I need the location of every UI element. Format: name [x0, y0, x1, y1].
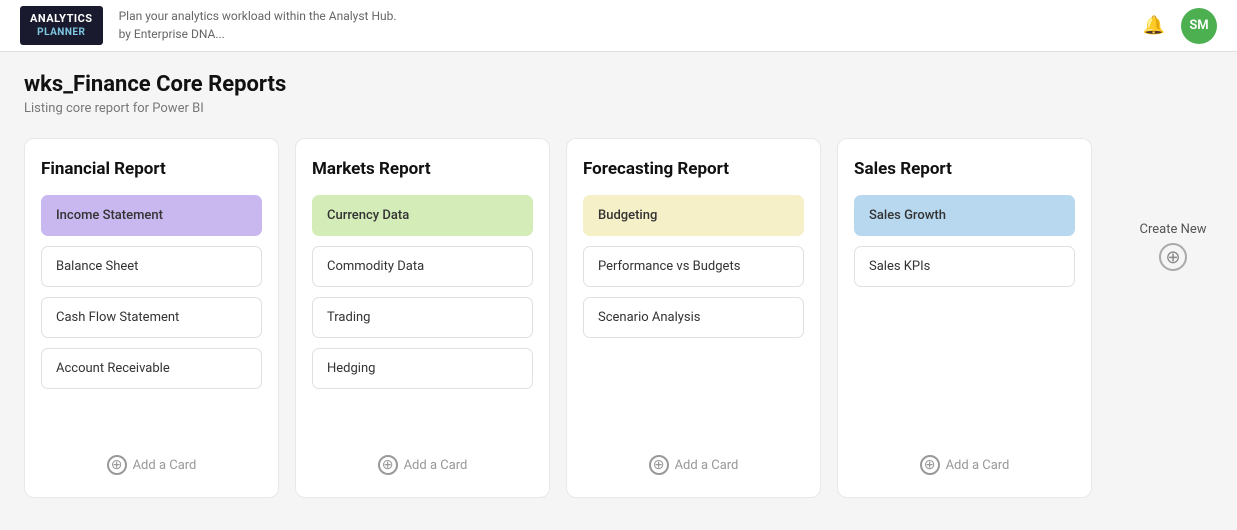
- add-card-button-forecasting[interactable]: ⊕ Add a Card: [583, 445, 804, 477]
- add-card-icon: ⊕: [378, 455, 398, 475]
- subtitle-line2: by Enterprise DNA...: [119, 25, 397, 43]
- avatar[interactable]: SM: [1181, 8, 1217, 44]
- right-sidebar: Create New ⊕: [1133, 72, 1213, 498]
- item-card-currency-data[interactable]: Currency Data: [312, 195, 533, 236]
- item-card-account-receivable[interactable]: Account Receivable: [41, 348, 262, 389]
- item-card-balance-sheet[interactable]: Balance Sheet: [41, 246, 262, 287]
- add-card-icon: ⊕: [920, 455, 940, 475]
- add-card-label: Add a Card: [675, 458, 739, 473]
- logo-bottom: PLANNER: [37, 26, 85, 39]
- header-right: 🔔 SM: [1143, 8, 1217, 44]
- add-card-icon: ⊕: [649, 455, 669, 475]
- item-card-income-statement[interactable]: Income Statement: [41, 195, 262, 236]
- header-subtitle: Plan your analytics workload within the …: [119, 7, 397, 43]
- item-card-performance-vs-budgets[interactable]: Performance vs Budgets: [583, 246, 804, 287]
- logo: ANALYTICS PLANNER: [20, 6, 103, 45]
- report-title-financial: Financial Report: [41, 159, 262, 179]
- cards-container: Financial Report Income Statement Balance …: [24, 138, 1133, 498]
- item-card-commodity-data[interactable]: Commodity Data: [312, 246, 533, 287]
- add-card-button-financial[interactable]: ⊕ Add a Card: [41, 445, 262, 477]
- report-card-financial: Financial Report Income Statement Balance …: [24, 138, 279, 498]
- item-card-sales-kpis[interactable]: Sales KPIs: [854, 246, 1075, 287]
- add-card-button-markets[interactable]: ⊕ Add a Card: [312, 445, 533, 477]
- create-new-button[interactable]: ⊕: [1159, 243, 1187, 271]
- item-card-scenario-analysis[interactable]: Scenario Analysis: [583, 297, 804, 338]
- subtitle-line1: Plan your analytics workload within the …: [119, 7, 397, 25]
- item-card-hedging[interactable]: Hedging: [312, 348, 533, 389]
- add-card-icon: ⊕: [107, 455, 127, 475]
- add-card-label: Add a Card: [404, 458, 468, 473]
- report-card-sales: Sales Report Sales Growth Sales KPIs ⊕ Add a…: [837, 138, 1092, 498]
- bell-icon[interactable]: 🔔: [1143, 15, 1165, 36]
- report-title-markets: Markets Report: [312, 159, 533, 179]
- add-card-label: Add a Card: [946, 458, 1010, 473]
- report-title-forecasting: Forecasting Report: [583, 159, 804, 179]
- header-left: ANALYTICS PLANNER Plan your analytics wo…: [20, 6, 397, 45]
- content-area: wks_Finance Core Reports Listing core re…: [24, 72, 1133, 498]
- report-title-sales: Sales Report: [854, 159, 1075, 179]
- report-card-markets: Markets Report Currency Data Commodity Dat…: [295, 138, 550, 498]
- main-content: wks_Finance Core Reports Listing core re…: [0, 52, 1237, 518]
- page-title: wks_Finance Core Reports: [24, 72, 1133, 97]
- item-card-cash-flow-statement[interactable]: Cash Flow Statement: [41, 297, 262, 338]
- add-card-button-sales[interactable]: ⊕ Add a Card: [854, 445, 1075, 477]
- create-new-label: Create New: [1139, 222, 1206, 237]
- item-card-trading[interactable]: Trading: [312, 297, 533, 338]
- report-card-forecasting: Forecasting Report Budgeting Performance v…: [566, 138, 821, 498]
- add-card-label: Add a Card: [133, 458, 197, 473]
- item-card-budgeting[interactable]: Budgeting: [583, 195, 804, 236]
- page-subtitle: Listing core report for Power BI: [24, 101, 1133, 116]
- header: ANALYTICS PLANNER Plan your analytics wo…: [0, 0, 1237, 52]
- logo-top: ANALYTICS: [30, 12, 93, 26]
- item-card-sales-growth[interactable]: Sales Growth: [854, 195, 1075, 236]
